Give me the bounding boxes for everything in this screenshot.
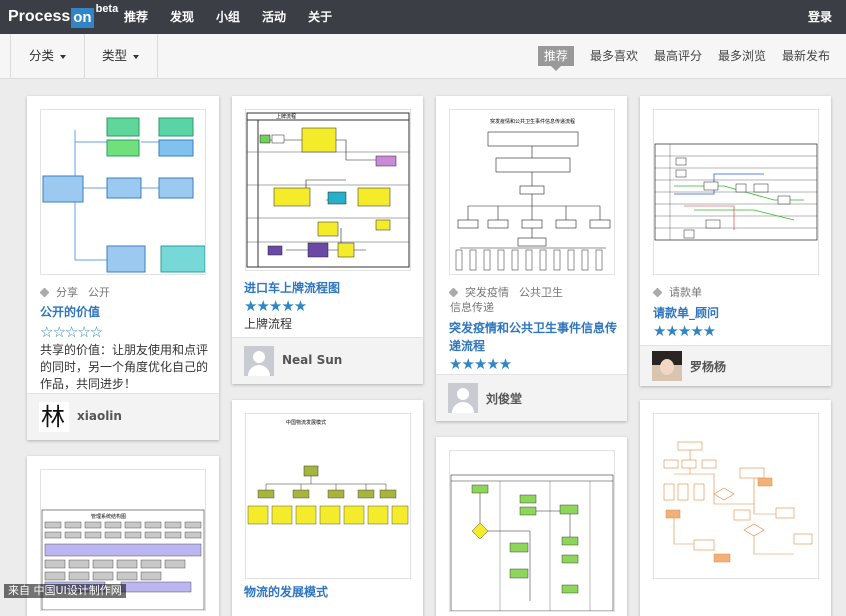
thumb-title: 突发疫情和公共卫生事件信息传递流程 [490, 118, 575, 125]
diagram-card[interactable] [436, 437, 627, 616]
svg-text:管理系统结构图: 管理系统结构图 [91, 513, 126, 520]
nav-events[interactable]: 活动 [262, 0, 286, 34]
diagram-thumbnail[interactable]: 上牌流程 [245, 109, 411, 271]
nav-discover[interactable]: 发现 [170, 0, 194, 34]
card-title[interactable]: 物流的发展模式 [244, 583, 414, 601]
author-name[interactable]: 罗杨杨 [690, 358, 726, 375]
type-dropdown[interactable]: 类型 [84, 34, 159, 78]
avatar[interactable]: 林 [39, 402, 69, 432]
rating-stars: ★★★★★ [449, 355, 512, 373]
diagram-card[interactable]: 中国物流发展模式 物流的发展模式 [232, 400, 423, 616]
tag[interactable]: 信息传递 [450, 301, 494, 314]
diagram-card[interactable]: 上牌流程 进口车上牌流程图 ★★★★★ 上牌流程 Neal Sun [232, 96, 423, 384]
card-description: 共享的价值：让朋友使用和点评的同时，另一个角度优化自己的作品，共同进步！ [40, 343, 209, 391]
card-title[interactable]: 进口车上牌流程图 [244, 279, 414, 297]
diagram-thumbnail[interactable] [449, 450, 615, 612]
card-title[interactable]: 请款单_顾问 [653, 304, 823, 322]
processon-logo[interactable]: Process on beta [8, 3, 119, 28]
tag[interactable]: 突发疫情 [465, 286, 509, 299]
author-name[interactable]: Neal Sun [282, 353, 342, 367]
source-watermark: 来自 中国UI设计制作网 [4, 584, 126, 598]
author-name[interactable]: xiaolin [77, 409, 122, 423]
rating-stars: ★★★★★ [244, 297, 307, 315]
chevron-down-icon [60, 54, 67, 59]
category-label: 分类 [29, 48, 55, 63]
tag-list: 突发疫情 公共卫生信息传递 [448, 285, 620, 315]
tag[interactable]: 分享 [56, 286, 78, 299]
diagram-thumbnail[interactable]: 突发疫情和公共卫生事件信息传递流程 [449, 109, 615, 275]
sort-tabs: 推荐 最多喜欢 最高评分 最多浏览 最新发布 [522, 46, 830, 71]
diagram-card[interactable] [640, 400, 831, 616]
logo-text: Process [8, 8, 71, 25]
sort-newest[interactable]: 最新发布 [782, 46, 830, 66]
tag-icon [448, 287, 459, 298]
tag-list: 分享 公开 [39, 285, 120, 300]
avatar[interactable] [244, 346, 274, 376]
category-dropdown[interactable]: 分类 [10, 34, 86, 78]
avatar[interactable] [652, 351, 682, 381]
filter-bar: 分类 类型 推荐 最多喜欢 最高评分 最多浏览 最新发布 [0, 34, 846, 79]
diagram-thumbnail[interactable] [40, 109, 206, 275]
card-footer: 刘俊堂 [436, 374, 627, 421]
nav-about[interactable]: 关于 [308, 0, 332, 34]
sort-recommend[interactable]: 推荐 [537, 46, 574, 71]
diagram-card[interactable]: 请款单 请款单_顾问 ★★★★★ 罗杨杨 [640, 96, 831, 386]
tag[interactable]: 公开 [88, 286, 110, 299]
diagram-card[interactable]: 分享 公开 公开的价值 ☆☆☆☆☆ 共享的价值：让朋友使用和点评的同时，另一个角度… [27, 96, 219, 440]
tag-icon [652, 287, 663, 298]
card-footer: 林 xiaolin [27, 393, 219, 440]
tag[interactable]: 请款单 [669, 286, 702, 299]
top-navbar: Process on beta 推荐 发现 小组 活动 关于 登录 [0, 0, 846, 34]
diagram-thumbnail[interactable]: 中国物流发展模式 [245, 413, 411, 579]
diagram-card[interactable]: 突发疫情和公共卫生事件信息传递流程 突发疫情 公共卫生 信息传递 突发疫情和公共… [436, 96, 627, 421]
thumb-title: 上牌流程 [276, 113, 296, 120]
main-nav: 推荐 发现 小组 活动 关于 [124, 0, 354, 34]
card-description: 上牌流程 [244, 317, 293, 331]
sort-top-rated[interactable]: 最高评分 [654, 46, 702, 66]
login-link[interactable]: 登录 [808, 0, 832, 34]
avatar-char: 林 [41, 403, 65, 431]
sort-most-liked[interactable]: 最多喜欢 [590, 46, 638, 66]
tag[interactable]: 公共卫生 [519, 286, 563, 299]
tag-icon [39, 287, 50, 298]
card-footer: 罗杨杨 [640, 345, 831, 386]
sort-most-viewed[interactable]: 最多浏览 [718, 46, 766, 66]
avatar[interactable] [448, 383, 478, 413]
card-footer: Neal Sun [232, 337, 423, 384]
card-title[interactable]: 公开的价值 [40, 303, 210, 321]
nav-recommend[interactable]: 推荐 [124, 0, 148, 34]
type-label: 类型 [102, 48, 128, 63]
nav-groups[interactable]: 小组 [216, 0, 240, 34]
author-name[interactable]: 刘俊堂 [486, 390, 522, 407]
diagram-thumbnail[interactable] [653, 109, 819, 275]
rating-stars-empty: ☆☆☆☆☆ [40, 323, 103, 341]
card-title[interactable]: 突发疫情和公共卫生事件信息传递流程 [449, 319, 617, 355]
chevron-down-icon [133, 54, 140, 59]
thumb-title: 中国物流发展模式 [286, 419, 326, 426]
rating-stars: ★★★★★ [653, 322, 716, 340]
logo-on-badge: on [71, 8, 94, 28]
logo-beta: beta [95, 3, 119, 15]
diagram-thumbnail[interactable] [653, 413, 819, 579]
tag-list: 请款单 [652, 285, 712, 300]
